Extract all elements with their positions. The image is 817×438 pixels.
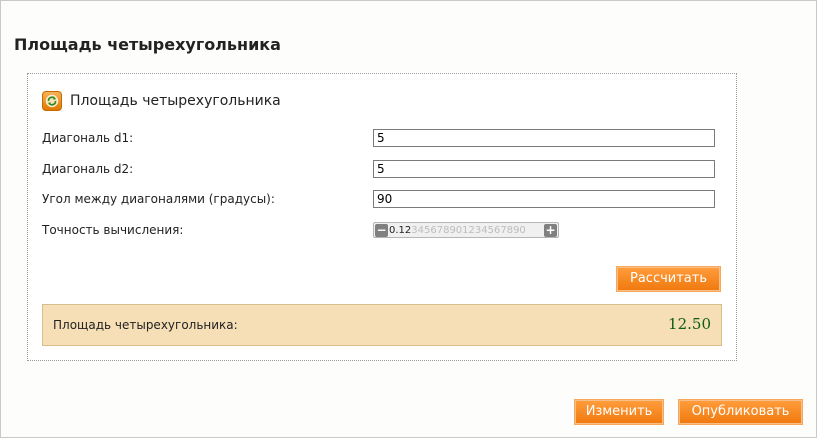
diagonal-d2-input[interactable]	[373, 160, 715, 178]
angle-label: Угол между диагоналями (градусы):	[42, 192, 275, 206]
precision-label: Точность вычисления:	[42, 223, 184, 237]
field-row-d1: Диагональ d1:	[42, 129, 718, 149]
angle-input[interactable]	[373, 190, 715, 208]
calculator-panel: Площадь четырехугольника Диагональ d1: Д…	[27, 73, 737, 361]
calculate-button[interactable]: Рассчитать	[617, 267, 720, 291]
result-label: Площадь четырехугольника:	[53, 318, 238, 332]
precision-value: 0.12	[389, 224, 412, 236]
result-value: 12.50	[668, 315, 711, 333]
panel-header: Площадь четырехугольника	[42, 90, 281, 112]
precision-stepper: − 0.12 345678901234567890 +	[373, 222, 559, 238]
result-box: Площадь четырехугольника: 12.50	[42, 304, 722, 346]
field-row-angle: Угол между диагоналями (градусы):	[42, 190, 718, 210]
minus-icon[interactable]: −	[375, 223, 388, 237]
diagonal-d2-label: Диагональ d2:	[42, 162, 134, 176]
publish-button[interactable]: Опубликовать	[679, 400, 802, 424]
diagonal-d1-input[interactable]	[373, 129, 715, 147]
calculator-window: Площадь четырехугольника Площадь четырех…	[0, 0, 817, 438]
precision-remaining-digits: 345678901234567890	[411, 224, 526, 236]
panel-title: Площадь четырехугольника	[70, 93, 281, 109]
page-title: Площадь четырехугольника	[14, 35, 281, 54]
plus-icon[interactable]: +	[544, 223, 557, 237]
diagonal-d1-label: Диагональ d1:	[42, 131, 134, 145]
field-row-d2: Диагональ d2:	[42, 160, 718, 180]
refresh-icon	[42, 91, 62, 111]
edit-button[interactable]: Изменить	[575, 400, 663, 424]
precision-row: Точность вычисления: − 0.12 345678901234…	[42, 221, 718, 241]
